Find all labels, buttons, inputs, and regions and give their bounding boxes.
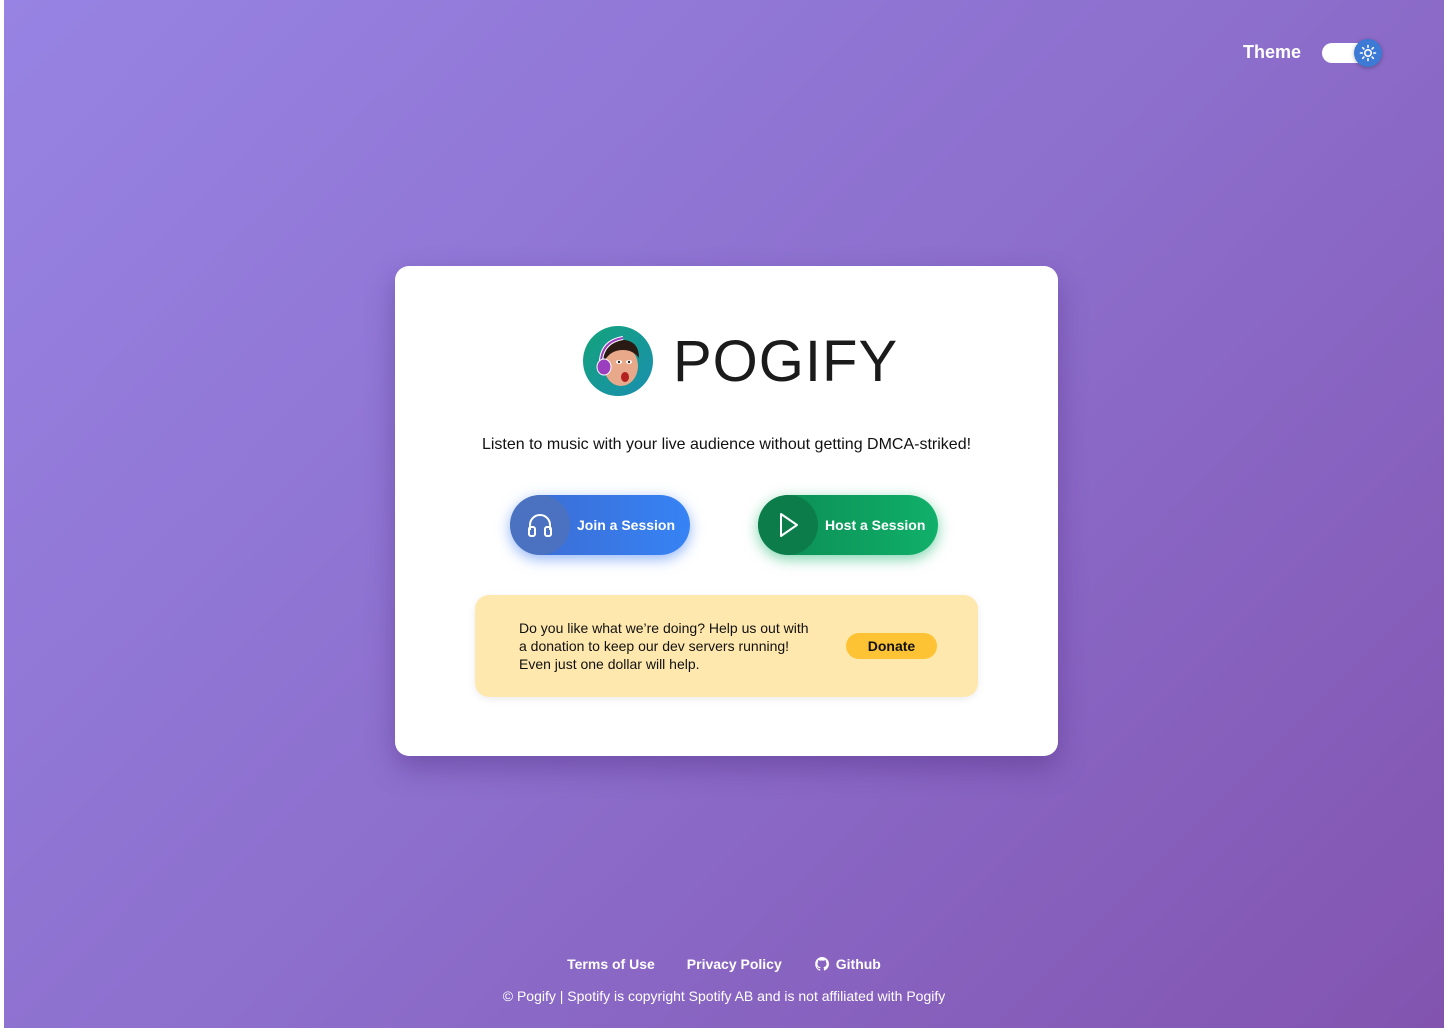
sun-icon <box>1359 44 1377 61</box>
github-icon <box>814 957 829 971</box>
footer-links: Terms of Use Privacy Policy Github <box>4 956 1444 972</box>
play-icon <box>758 495 818 555</box>
theme-control: Theme <box>1243 38 1383 67</box>
page-background: Theme POGIFY Listen to music with your l… <box>4 0 1444 1028</box>
join-session-button[interactable]: Join a Session <box>510 495 690 555</box>
theme-toggle[interactable] <box>1322 38 1383 67</box>
logo-icon <box>583 326 653 396</box>
join-session-label: Join a Session <box>577 517 676 533</box>
brand-name: POGIFY <box>673 328 899 394</box>
terms-link[interactable]: Terms of Use <box>567 956 655 972</box>
copyright: © Pogify | Spotify is copyright Spotify … <box>502 988 946 1004</box>
github-label: Github <box>835 956 881 972</box>
privacy-link[interactable]: Privacy Policy <box>687 956 782 972</box>
github-link[interactable]: Github <box>814 956 881 972</box>
host-session-label: Host a Session <box>825 517 926 533</box>
donate-button[interactable]: Donate <box>846 633 937 659</box>
theme-label: Theme <box>1243 42 1302 62</box>
toggle-knob[interactable] <box>1354 38 1383 67</box>
host-session-button[interactable]: Host a Session <box>758 495 938 555</box>
brand: POGIFY <box>583 326 898 396</box>
donate-banner: Do you like what we’re doing? Help us ou… <box>475 595 978 697</box>
donate-message: Do you like what we’re doing? Help us ou… <box>519 620 809 672</box>
headphones-icon <box>510 495 570 555</box>
tagline: Listen to music with your live audience … <box>481 436 972 453</box>
main-card: POGIFY Listen to music with your live au… <box>395 266 1058 756</box>
